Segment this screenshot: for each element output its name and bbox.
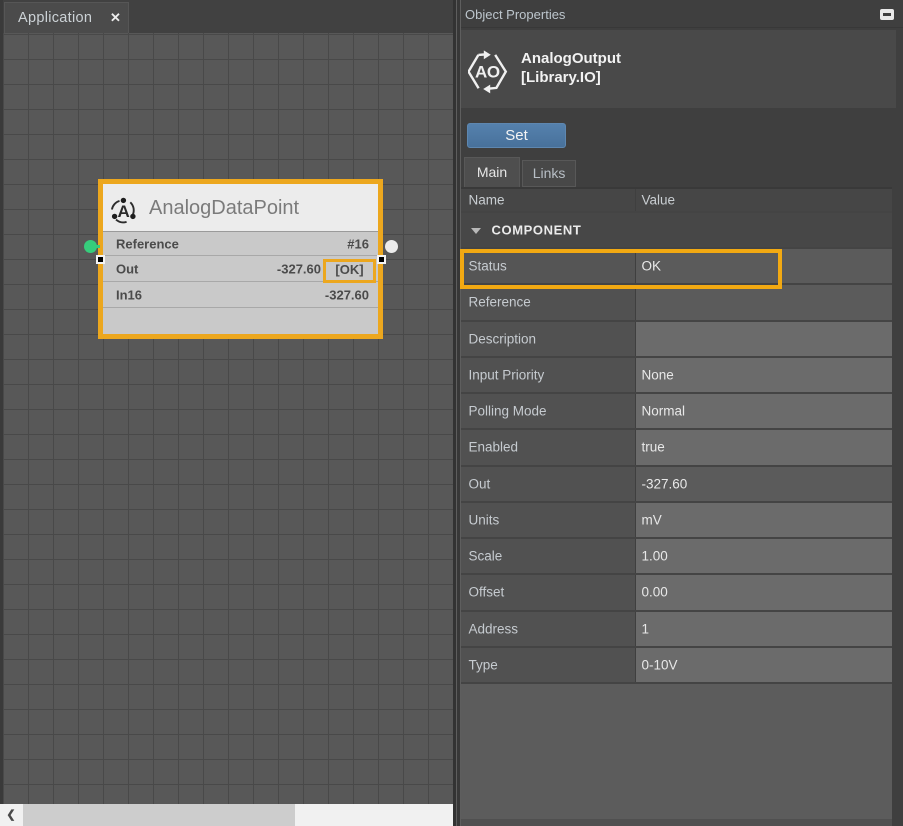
svg-text:AO: AO — [475, 63, 500, 82]
svg-text:A: A — [117, 202, 129, 221]
